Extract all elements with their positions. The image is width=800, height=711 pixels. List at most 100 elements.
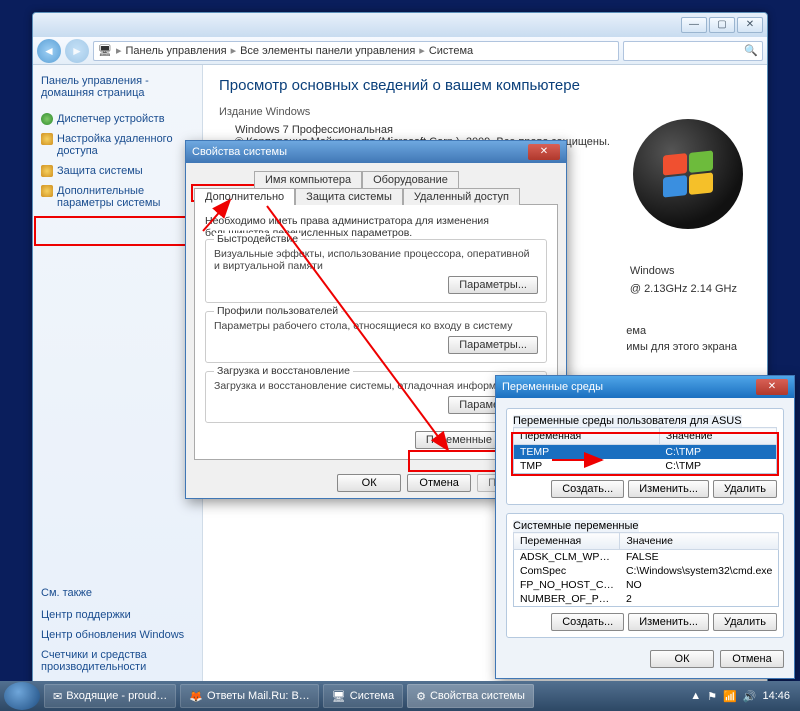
close-icon[interactable]: ✕: [528, 144, 560, 160]
tab-computer-name[interactable]: Имя компьютера: [254, 171, 362, 188]
breadcrumb-item[interactable]: Панель управления: [126, 45, 227, 57]
back-button[interactable]: ◄: [37, 39, 61, 63]
info-label: ема: [626, 325, 737, 337]
sidebar-item-protection[interactable]: Защита системы: [41, 161, 194, 181]
forward-button[interactable]: ►: [65, 39, 89, 63]
system-vars-group: Системные переменные ПеременнаяЗначение …: [506, 513, 784, 638]
ok-button[interactable]: ОК: [337, 474, 401, 492]
taskbar: ✉Входящие - proud… 🦊Ответы Mail.Ru: В… 🖥…: [0, 681, 800, 711]
shield-icon: [41, 185, 53, 197]
tab-protection[interactable]: Защита системы: [295, 188, 403, 205]
table-row[interactable]: NUMBER_OF_P…2: [514, 592, 779, 607]
taskbar-item[interactable]: 🖥Система: [323, 684, 403, 708]
system-tray[interactable]: ▲ ⚑ 📶 🔊 14:46: [690, 690, 796, 703]
navbar: ◄ ► 🖥▸ Панель управления▸ Все элементы п…: [33, 37, 767, 65]
titlebar: — ▢ ✕: [33, 13, 767, 37]
table-row[interactable]: TEMPC:\TMP: [514, 445, 777, 460]
sidebar: Панель управления - домашняя страница Ди…: [33, 65, 203, 687]
breadcrumb[interactable]: 🖥▸ Панель управления▸ Все элементы панел…: [93, 41, 619, 61]
minimize-button[interactable]: —: [681, 17, 707, 33]
user-delete-button[interactable]: Удалить: [713, 480, 777, 498]
tray-up-icon[interactable]: ▲: [690, 690, 701, 702]
group-legend: Профили пользователей: [214, 305, 341, 317]
table-row[interactable]: ADSK_CLM_WP…FALSE: [514, 550, 779, 565]
mail-icon: ✉: [53, 690, 62, 703]
shield-icon: [41, 133, 53, 145]
profiles-settings-button[interactable]: Параметры...: [448, 336, 538, 354]
windows-flag-icon: [663, 150, 713, 197]
taskbar-item[interactable]: ✉Входящие - proud…: [44, 684, 176, 708]
close-button[interactable]: ✕: [737, 17, 763, 33]
cpu-label: @ 2.13GHz 2.14 GHz: [630, 283, 737, 295]
user-edit-button[interactable]: Изменить...: [628, 480, 709, 498]
dialog-title: Свойства системы: [192, 146, 287, 158]
dialog-title: Переменные среды: [502, 381, 603, 393]
device-icon: [41, 113, 53, 125]
performance-settings-button[interactable]: Параметры...: [448, 276, 538, 294]
breadcrumb-icon: 🖥: [98, 44, 112, 57]
tab-advanced[interactable]: Дополнительно: [194, 188, 295, 205]
user-create-button[interactable]: Создать...: [551, 480, 624, 498]
col-value[interactable]: Значение: [620, 533, 779, 550]
group-legend: Быстродействие: [214, 233, 301, 245]
sys-delete-button[interactable]: Удалить: [713, 613, 777, 631]
seealso-link[interactable]: Центр поддержки: [41, 605, 194, 625]
col-variable[interactable]: Переменная: [514, 533, 620, 550]
seealso-link[interactable]: Центр обновления Windows: [41, 625, 194, 645]
ok-button[interactable]: ОК: [650, 650, 714, 668]
group-desc: Параметры рабочего стола, относящиеся ко…: [214, 320, 538, 332]
col-value[interactable]: Значение: [659, 428, 776, 445]
computer-icon: 🖥: [332, 690, 346, 703]
performance-group: Быстродействие Визуальные эффекты, испол…: [205, 239, 547, 303]
sidebar-item-device-manager[interactable]: Диспетчер устройств: [41, 109, 194, 129]
group-desc: Загрузка и восстановление системы, отлад…: [214, 380, 538, 392]
dialog-titlebar[interactable]: Свойства системы ✕: [186, 141, 566, 163]
sidebar-item-advanced[interactable]: Дополнительные параметры системы: [41, 181, 194, 213]
tab-hardware[interactable]: Оборудование: [362, 171, 459, 188]
dialog-titlebar[interactable]: Переменные среды ✕: [496, 376, 794, 398]
sidebar-item-remote[interactable]: Настройка удаленного доступа: [41, 129, 194, 161]
user-vars-table[interactable]: ПеременнаяЗначение TEMPC:\TMP TMPC:\TMP: [513, 427, 777, 474]
info-label: имы для этого экрана: [626, 341, 737, 353]
breadcrumb-item[interactable]: Все элементы панели управления: [240, 45, 415, 57]
os-label: Windows: [630, 265, 737, 277]
table-row[interactable]: TMPC:\TMP: [514, 459, 777, 474]
firefox-icon: 🦊: [189, 690, 203, 703]
see-also-title: См. также: [41, 587, 194, 599]
shield-icon: [41, 165, 53, 177]
taskbar-item[interactable]: ⚙Свойства системы: [407, 684, 534, 708]
search-input[interactable]: 🔍: [623, 41, 763, 61]
page-title: Просмотр основных сведений о вашем компь…: [219, 77, 751, 94]
group-legend: Системные переменные: [513, 520, 639, 532]
group-legend: Переменные среды пользователя для ASUS: [513, 415, 742, 427]
group-desc: Визуальные эффекты, использование процес…: [214, 248, 538, 272]
see-also: См. также Центр поддержки Центр обновлен…: [41, 587, 194, 677]
maximize-button[interactable]: ▢: [709, 17, 735, 33]
clock[interactable]: 14:46: [762, 690, 790, 702]
sidebar-title[interactable]: Панель управления - домашняя страница: [41, 75, 194, 99]
sys-edit-button[interactable]: Изменить...: [628, 613, 709, 631]
col-variable[interactable]: Переменная: [514, 428, 660, 445]
table-row[interactable]: FP_NO_HOST_C…NO: [514, 578, 779, 592]
cancel-button[interactable]: Отмена: [720, 650, 784, 668]
group-legend: Загрузка и восстановление: [214, 365, 353, 377]
action-center-icon[interactable]: ⚑: [707, 690, 717, 703]
volume-icon[interactable]: 🔊: [743, 690, 757, 703]
user-vars-group: Переменные среды пользователя для ASUS П…: [506, 408, 784, 505]
network-icon[interactable]: 📶: [723, 690, 737, 703]
seealso-link[interactable]: Счетчики и средства производительности: [41, 645, 194, 677]
table-row[interactable]: ComSpecC:\Windows\system32\cmd.exe: [514, 564, 779, 578]
close-icon[interactable]: ✕: [756, 379, 788, 395]
environment-variables-dialog: Переменные среды ✕ Переменные среды поль…: [495, 375, 795, 679]
sys-create-button[interactable]: Создать...: [551, 613, 624, 631]
system-vars-table[interactable]: ПеременнаяЗначение ADSK_CLM_WP…FALSE Com…: [513, 532, 779, 607]
tab-remote[interactable]: Удаленный доступ: [403, 188, 520, 205]
edition-header: Издание Windows: [219, 106, 751, 118]
taskbar-item[interactable]: 🦊Ответы Mail.Ru: В…: [180, 684, 319, 708]
properties-icon: ⚙: [416, 690, 426, 703]
cancel-button[interactable]: Отмена: [407, 474, 471, 492]
profiles-group: Профили пользователей Параметры рабочего…: [205, 311, 547, 363]
breadcrumb-item[interactable]: Система: [429, 45, 473, 57]
windows-flag-icon: [16, 690, 29, 703]
start-button[interactable]: [4, 682, 40, 710]
